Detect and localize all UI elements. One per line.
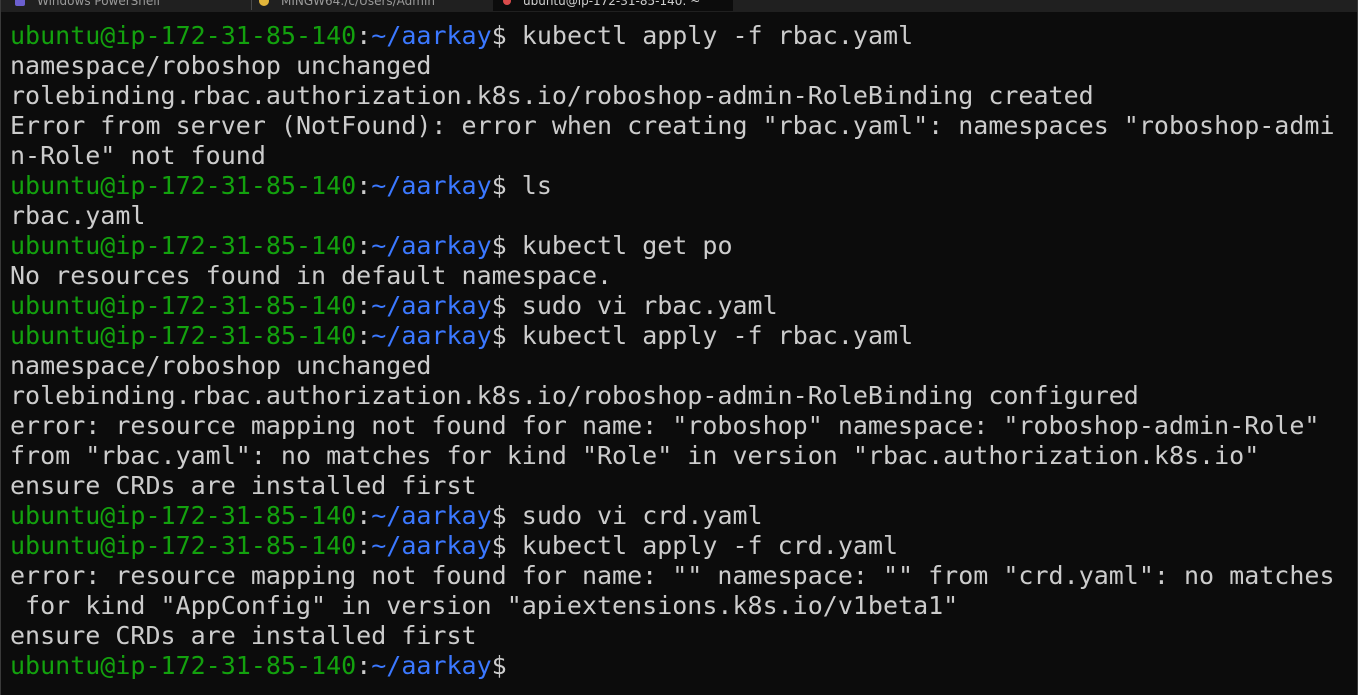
- prompt-symbol: $: [491, 21, 507, 50]
- prompt-path: ~/aarkay: [371, 321, 492, 350]
- command-text: kubectl apply -f crd.yaml: [506, 531, 899, 560]
- powershell-icon: [15, 0, 25, 6]
- output-line: from "rbac.yaml": no matches for kind "R…: [10, 441, 1357, 471]
- output-text: namespace/roboshop unchanged: [10, 351, 432, 380]
- prompt-user-host: ubuntu@ip-172-31-85-140: [10, 531, 357, 560]
- tab-label: ubuntu@ip-172-31-85-140: ~: [523, 0, 701, 8]
- prompt-line: ubuntu@ip-172-31-85-140:~/aarkay$ sudo v…: [10, 501, 1357, 531]
- output-line: Error from server (NotFound): error when…: [10, 111, 1357, 141]
- prompt-line: ubuntu@ip-172-31-85-140:~/aarkay$: [10, 651, 1357, 681]
- prompt-path: ~/aarkay: [371, 291, 492, 320]
- prompt-separator: :: [356, 651, 372, 680]
- output-text: n-Role" not found: [10, 141, 266, 170]
- output-line: rolebinding.rbac.authorization.k8s.io/ro…: [10, 381, 1357, 411]
- output-text: No resources found in default namespace.: [10, 261, 613, 290]
- prompt-separator: :: [356, 501, 372, 530]
- output-text: Error from server (NotFound): error when…: [10, 111, 1335, 140]
- output-line: rbac.yaml: [10, 201, 1357, 231]
- prompt-path: ~/aarkay: [371, 531, 492, 560]
- output-line: No resources found in default namespace.: [10, 261, 1357, 291]
- prompt-separator: :: [356, 171, 372, 200]
- prompt-symbol: $: [491, 231, 507, 260]
- prompt-separator: :: [356, 321, 372, 350]
- prompt-line: ubuntu@ip-172-31-85-140:~/aarkay$ ls: [10, 171, 1357, 201]
- output-text: error: resource mapping not found for na…: [10, 561, 1335, 590]
- prompt-symbol: $: [491, 171, 507, 200]
- terminal-window: Windows PowerShell MINGW64:/c/Users/Admi…: [0, 0, 1358, 695]
- prompt-line: ubuntu@ip-172-31-85-140:~/aarkay$ sudo v…: [10, 291, 1357, 321]
- tab-label: Windows PowerShell: [37, 0, 160, 8]
- output-line: ensure CRDs are installed first: [10, 621, 1357, 651]
- prompt-user-host: ubuntu@ip-172-31-85-140: [10, 651, 357, 680]
- prompt-path: ~/aarkay: [371, 231, 492, 260]
- tab-git-bash[interactable]: MINGW64:/c/Users/Admin: [259, 0, 489, 11]
- output-text: ensure CRDs are installed first: [10, 471, 477, 500]
- prompt-user-host: ubuntu@ip-172-31-85-140: [10, 171, 357, 200]
- prompt-separator: :: [356, 531, 372, 560]
- prompt-path: ~/aarkay: [371, 21, 492, 50]
- output-line: rolebinding.rbac.authorization.k8s.io/ro…: [10, 81, 1357, 111]
- output-line: error: resource mapping not found for na…: [10, 561, 1357, 591]
- prompt-user-host: ubuntu@ip-172-31-85-140: [10, 231, 357, 260]
- output-text: rolebinding.rbac.authorization.k8s.io/ro…: [10, 381, 1139, 410]
- prompt-user-host: ubuntu@ip-172-31-85-140: [10, 21, 357, 50]
- output-text: rbac.yaml: [10, 201, 146, 230]
- prompt-path: ~/aarkay: [371, 501, 492, 530]
- tab-label: MINGW64:/c/Users/Admin: [281, 0, 435, 8]
- output-text: rolebinding.rbac.authorization.k8s.io/ro…: [10, 81, 1094, 110]
- output-line: ensure CRDs are installed first: [10, 471, 1357, 501]
- prompt-line: ubuntu@ip-172-31-85-140:~/aarkay$ kubect…: [10, 321, 1357, 351]
- output-line: error: resource mapping not found for na…: [10, 411, 1357, 441]
- prompt-separator: :: [356, 21, 372, 50]
- output-line: n-Role" not found: [10, 141, 1357, 171]
- prompt-line: ubuntu@ip-172-31-85-140:~/aarkay$ kubect…: [10, 531, 1357, 561]
- prompt-path: ~/aarkay: [371, 171, 492, 200]
- prompt-line: ubuntu@ip-172-31-85-140:~/aarkay$ kubect…: [10, 231, 1357, 261]
- prompt-symbol: $: [491, 291, 507, 320]
- prompt-separator: :: [356, 231, 372, 260]
- prompt-path: ~/aarkay: [371, 651, 492, 680]
- prompt-user-host: ubuntu@ip-172-31-85-140: [10, 501, 357, 530]
- prompt-separator: :: [356, 291, 372, 320]
- prompt-symbol: $: [491, 321, 507, 350]
- output-text: namespace/roboshop unchanged: [10, 51, 432, 80]
- ubuntu-icon: [503, 0, 511, 5]
- prompt-symbol: $: [491, 651, 507, 680]
- command-text: kubectl apply -f rbac.yaml: [506, 21, 914, 50]
- output-text: for kind "AppConfig" in version "apiexte…: [10, 591, 959, 620]
- output-text: from "rbac.yaml": no matches for kind "R…: [10, 441, 1260, 470]
- command-text: kubectl apply -f rbac.yaml: [506, 321, 914, 350]
- prompt-user-host: ubuntu@ip-172-31-85-140: [10, 291, 357, 320]
- git-bash-icon: [259, 0, 269, 6]
- command-text: ls: [506, 171, 552, 200]
- tab-powershell[interactable]: Windows PowerShell: [15, 0, 245, 11]
- output-line: namespace/roboshop unchanged: [10, 351, 1357, 381]
- terminal-output[interactable]: ubuntu@ip-172-31-85-140:~/aarkay$ kubect…: [10, 21, 1357, 681]
- command-text: kubectl get po: [506, 231, 733, 260]
- output-text: error: resource mapping not found for na…: [10, 411, 1320, 440]
- output-line: for kind "AppConfig" in version "apiexte…: [10, 591, 1357, 621]
- tab-strip: Windows PowerShell MINGW64:/c/Users/Admi…: [1, 0, 1357, 12]
- prompt-line: ubuntu@ip-172-31-85-140:~/aarkay$ kubect…: [10, 21, 1357, 51]
- tab-divider: [251, 0, 252, 10]
- prompt-user-host: ubuntu@ip-172-31-85-140: [10, 321, 357, 350]
- command-text: sudo vi rbac.yaml: [506, 291, 778, 320]
- prompt-symbol: $: [491, 501, 507, 530]
- output-line: namespace/roboshop unchanged: [10, 51, 1357, 81]
- tab-ubuntu-active[interactable]: ubuntu@ip-172-31-85-140: ~: [493, 0, 733, 11]
- output-text: ensure CRDs are installed first: [10, 621, 477, 650]
- prompt-symbol: $: [491, 531, 507, 560]
- command-text: sudo vi crd.yaml: [506, 501, 763, 530]
